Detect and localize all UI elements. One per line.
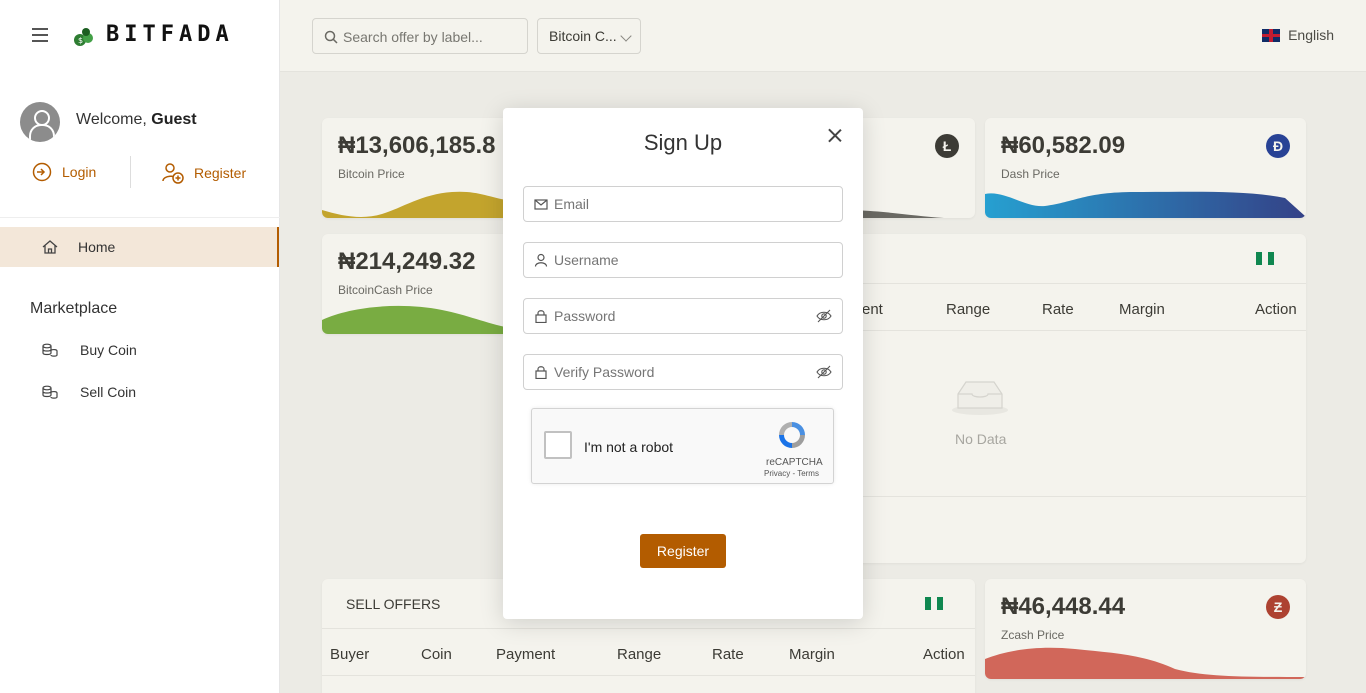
modal-title: Sign Up xyxy=(643,130,723,155)
recaptcha-label: I'm not a robot xyxy=(584,439,674,455)
sidebar-item-buy-coin[interactable]: Buy Coin xyxy=(0,334,279,366)
recaptcha-checkbox[interactable] xyxy=(544,431,572,459)
home-icon xyxy=(42,240,58,254)
coins-icon xyxy=(42,343,58,357)
add-user-icon xyxy=(162,163,184,184)
eye-off-icon[interactable] xyxy=(816,309,832,323)
close-icon[interactable] xyxy=(827,128,843,144)
divider xyxy=(0,217,280,218)
lock-icon xyxy=(535,366,547,379)
login-icon xyxy=(32,162,52,182)
username-input[interactable] xyxy=(554,250,804,270)
brand-name: BITFADA xyxy=(106,22,234,47)
user-icon xyxy=(534,253,548,267)
login-button[interactable]: Login xyxy=(32,162,96,182)
password-input[interactable] xyxy=(554,306,804,326)
password-field[interactable] xyxy=(523,298,843,334)
recaptcha-brand: reCAPTCHA xyxy=(766,457,823,468)
eye-off-icon[interactable] xyxy=(816,365,832,379)
register-nav-button[interactable]: Register xyxy=(162,162,246,184)
sidebar-item-sell-coin[interactable]: Sell Coin xyxy=(0,376,279,408)
sidebar: Welcome, Guest Login Register Home Marke… xyxy=(0,72,280,693)
avatar xyxy=(20,102,60,142)
logo-icon: $ xyxy=(74,28,93,46)
lock-icon xyxy=(535,310,547,323)
marketplace-heading: Marketplace xyxy=(30,300,118,317)
email-input[interactable] xyxy=(554,194,804,214)
menu-icon[interactable] xyxy=(32,28,48,42)
brand-area: $ BITFADA xyxy=(0,0,280,72)
register-button[interactable]: Register xyxy=(640,534,726,568)
svg-text:$: $ xyxy=(78,36,83,45)
verify-password-field[interactable] xyxy=(523,354,843,390)
recaptcha-logo-icon xyxy=(779,422,805,448)
recaptcha-terms-link[interactable]: Privacy - Terms xyxy=(764,469,819,478)
email-field[interactable] xyxy=(523,186,843,222)
recaptcha-widget: I'm not a robot reCAPTCHA Privacy - Term… xyxy=(531,408,834,484)
welcome-text: Welcome, Guest xyxy=(76,111,197,128)
auth-row: Login Register xyxy=(0,156,280,192)
username-field[interactable] xyxy=(523,242,843,278)
mail-icon xyxy=(534,199,548,210)
signup-modal: Sign Up Email Username I'm not a robot r… xyxy=(503,108,863,619)
sidebar-item-home[interactable]: Home xyxy=(0,227,279,267)
coins-icon xyxy=(42,385,58,399)
divider xyxy=(130,156,131,188)
verify-password-input[interactable] xyxy=(554,362,804,382)
